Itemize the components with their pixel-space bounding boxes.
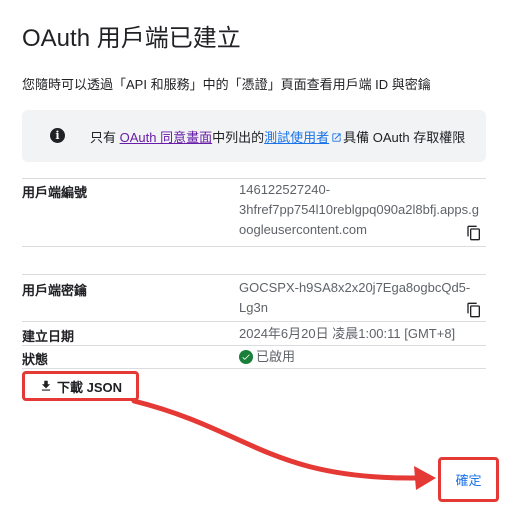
- divider: [22, 274, 486, 275]
- copy-client-secret-icon[interactable]: [466, 302, 482, 318]
- external-link-icon[interactable]: [331, 132, 342, 143]
- divider: [22, 345, 486, 346]
- created-date-value: 2024年6月20日 凌晨1:00:11 [GMT+8]: [239, 326, 456, 341]
- info-text: 只有 OAuth 同意畫面中列出的測試使用者 具備 OAuth 存取權限: [90, 127, 465, 146]
- info-prefix: 只有: [90, 130, 120, 145]
- test-users-link[interactable]: 測試使用者: [264, 130, 329, 145]
- download-icon: [41, 380, 51, 391]
- divider: [22, 246, 486, 247]
- info-suffix: 具備 OAuth 存取權限: [343, 130, 466, 145]
- status-text: 已啟用: [256, 349, 296, 364]
- info-banner: i 只有 OAuth 同意畫面中列出的測試使用者 具備 OAuth 存取權限: [22, 110, 486, 162]
- info-icon: i: [50, 128, 65, 143]
- client-id-value: 146122527240- 3hfref7pp754l10reblgpq090a…: [239, 180, 479, 240]
- client-secret-value: GOCSPX-h9SA8x2x20j7Ega8ogbcQd5- Lg3n: [239, 278, 470, 318]
- client-id-label: 用戶端編號: [22, 185, 88, 200]
- copy-client-id-icon[interactable]: [466, 225, 482, 241]
- divider: [22, 368, 486, 369]
- status-label: 狀態: [22, 352, 49, 367]
- divider: [22, 321, 486, 322]
- download-json-label: 下載 JSON: [57, 379, 123, 395]
- divider: [22, 178, 486, 179]
- client-secret-line: Lg3n: [239, 300, 268, 315]
- download-json-button[interactable]: 下載 JSON: [22, 371, 140, 401]
- dialog-description: 您隨時可以透過「API 和服務」中的「憑證」頁面查看用戶端 ID 與密鑰: [22, 77, 431, 92]
- client-id-line: 146122527240-: [239, 182, 331, 197]
- ok-label: 確定: [455, 473, 482, 488]
- client-secret-line: GOCSPX-h9SA8x2x20j7Ega8ogbcQd5-: [239, 280, 471, 295]
- oauth-consent-screen-link[interactable]: OAuth 同意畫面: [120, 130, 212, 145]
- created-date-label: 建立日期: [22, 329, 75, 344]
- check-circle-icon: [239, 350, 253, 364]
- ok-button[interactable]: 確定: [438, 457, 499, 502]
- client-id-line: oogleusercontent.com: [239, 222, 367, 237]
- info-middle: 中列出的: [212, 130, 265, 145]
- dialog-title: OAuth 用戶端已建立: [22, 25, 241, 52]
- client-id-line: 3hfref7pp754l10reblgpq090a2l8bfj.apps.g: [239, 202, 479, 217]
- status-value: 已啟用: [239, 347, 295, 367]
- client-secret-label: 用戶端密鑰: [22, 283, 88, 298]
